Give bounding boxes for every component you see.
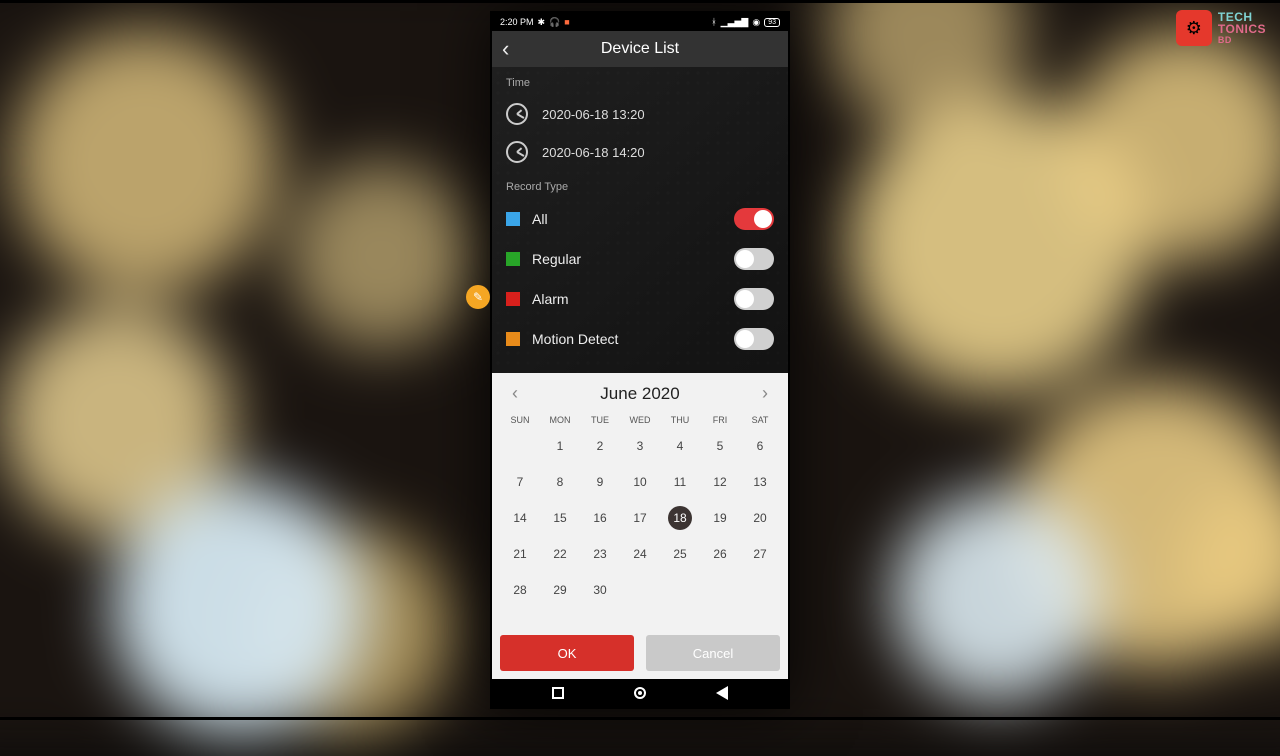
color-swatch [506,252,520,266]
record-type-label: Record Type [492,171,788,199]
calendar-day[interactable]: 12 [700,464,740,500]
calendar-day[interactable]: 11 [660,464,700,500]
dnd-icon: ✱ [538,17,546,28]
calendar-dow: FRI [700,412,740,428]
record-type-label: Regular [532,251,581,267]
recents-button[interactable] [552,687,564,699]
record-type-toggle[interactable] [734,288,774,310]
prev-month-button[interactable]: ‹ [506,381,524,406]
calendar-day [700,572,740,608]
phone-frame: 2:20 PM ✱ 🎧 ■ ᚼ ▁▃▅▇ ◉ 93 ‹ Device List … [490,11,790,709]
time-section-label: Time [492,67,788,95]
page-title: Device List [601,40,679,58]
calendar-title: June 2020 [600,384,679,404]
calendar-day[interactable]: 13 [740,464,780,500]
channel-watermark: ⚙ TECH TONICS BD [1176,10,1266,46]
record-type-row: All [492,199,788,239]
android-status-bar: 2:20 PM ✱ 🎧 ■ ᚼ ▁▃▅▇ ◉ 93 [492,13,788,31]
record-type-toggle[interactable] [734,328,774,350]
wifi-icon: ◉ [752,17,760,28]
record-type-toggle[interactable] [734,248,774,270]
calendar-day[interactable]: 16 [580,500,620,536]
record-type-label: All [532,211,548,227]
calendar-day[interactable]: 10 [620,464,660,500]
calendar-day[interactable]: 18 [660,500,700,536]
end-time-value: 2020-06-18 14:20 [542,145,645,160]
calendar-dow: WED [620,412,660,428]
calendar-dow: SUN [500,412,540,428]
calendar-day[interactable]: 28 [500,572,540,608]
calendar-day[interactable]: 15 [540,500,580,536]
clock-icon [506,141,528,163]
calendar-day [740,572,780,608]
calendar-day[interactable]: 4 [660,428,700,464]
calendar-day[interactable]: 3 [620,428,660,464]
headphones-icon: 🎧 [549,17,560,28]
calendar-day[interactable]: 22 [540,536,580,572]
calendar-day[interactable]: 30 [580,572,620,608]
calendar-day[interactable]: 26 [700,536,740,572]
next-month-button[interactable]: › [756,381,774,406]
record-type-label: Motion Detect [532,331,618,347]
start-time-row[interactable]: 2020-06-18 13:20 [492,95,788,133]
calendar-day[interactable]: 29 [540,572,580,608]
calendar-dow: MON [540,412,580,428]
calendar-day[interactable]: 21 [500,536,540,572]
record-type-row: Alarm [492,279,788,319]
record-type-label: Alarm [532,291,569,307]
calendar-day [660,572,700,608]
android-nav-bar [492,679,788,707]
ok-button[interactable]: OK [500,635,634,671]
back-nav-button[interactable] [716,686,728,700]
home-button[interactable] [634,687,646,699]
calendar-day[interactable]: 5 [700,428,740,464]
record-type-row: Motion Detect [492,319,788,359]
calendar-dow: THU [660,412,700,428]
calendar-day [620,572,660,608]
calendar-day[interactable]: 24 [620,536,660,572]
calendar-day[interactable]: 23 [580,536,620,572]
bluetooth-icon: ᚼ [711,17,716,27]
calendar-day[interactable]: 2 [580,428,620,464]
color-swatch [506,332,520,346]
calendar-day[interactable]: 7 [500,464,540,500]
cancel-button[interactable]: Cancel [646,635,780,671]
signal-icon: ▁▃▅▇ [721,17,749,28]
clock-text: 2:20 PM [500,17,534,27]
edit-icon: ✎ [466,285,490,309]
calendar-day[interactable]: 17 [620,500,660,536]
color-swatch [506,212,520,226]
calendar-day[interactable]: 19 [700,500,740,536]
calendar-day[interactable]: 14 [500,500,540,536]
app-body: Time 2020-06-18 13:20 2020-06-18 14:20 R… [492,67,788,679]
calendar-dow: SAT [740,412,780,428]
calendar-day[interactable]: 1 [540,428,580,464]
calendar-day[interactable]: 25 [660,536,700,572]
back-button[interactable]: ‹ [502,38,509,60]
calendar-day [500,428,540,464]
calendar-day[interactable]: 27 [740,536,780,572]
battery-icon: 93 [764,18,780,27]
color-swatch [506,292,520,306]
record-type-row: Regular [492,239,788,279]
calendar-day[interactable]: 6 [740,428,780,464]
clock-icon [506,103,528,125]
rec-icon: ■ [564,17,569,27]
gear-icon: ⚙ [1176,10,1212,46]
calendar-day[interactable]: 8 [540,464,580,500]
calendar-panel: ‹ June 2020 › SUNMONTUEWEDTHUFRISAT 1234… [492,373,788,679]
start-time-value: 2020-06-18 13:20 [542,107,645,122]
calendar-dow: TUE [580,412,620,428]
calendar-day[interactable]: 9 [580,464,620,500]
app-header: ‹ Device List [492,31,788,67]
calendar-day[interactable]: 20 [740,500,780,536]
end-time-row[interactable]: 2020-06-18 14:20 [492,133,788,171]
record-type-toggle[interactable] [734,208,774,230]
